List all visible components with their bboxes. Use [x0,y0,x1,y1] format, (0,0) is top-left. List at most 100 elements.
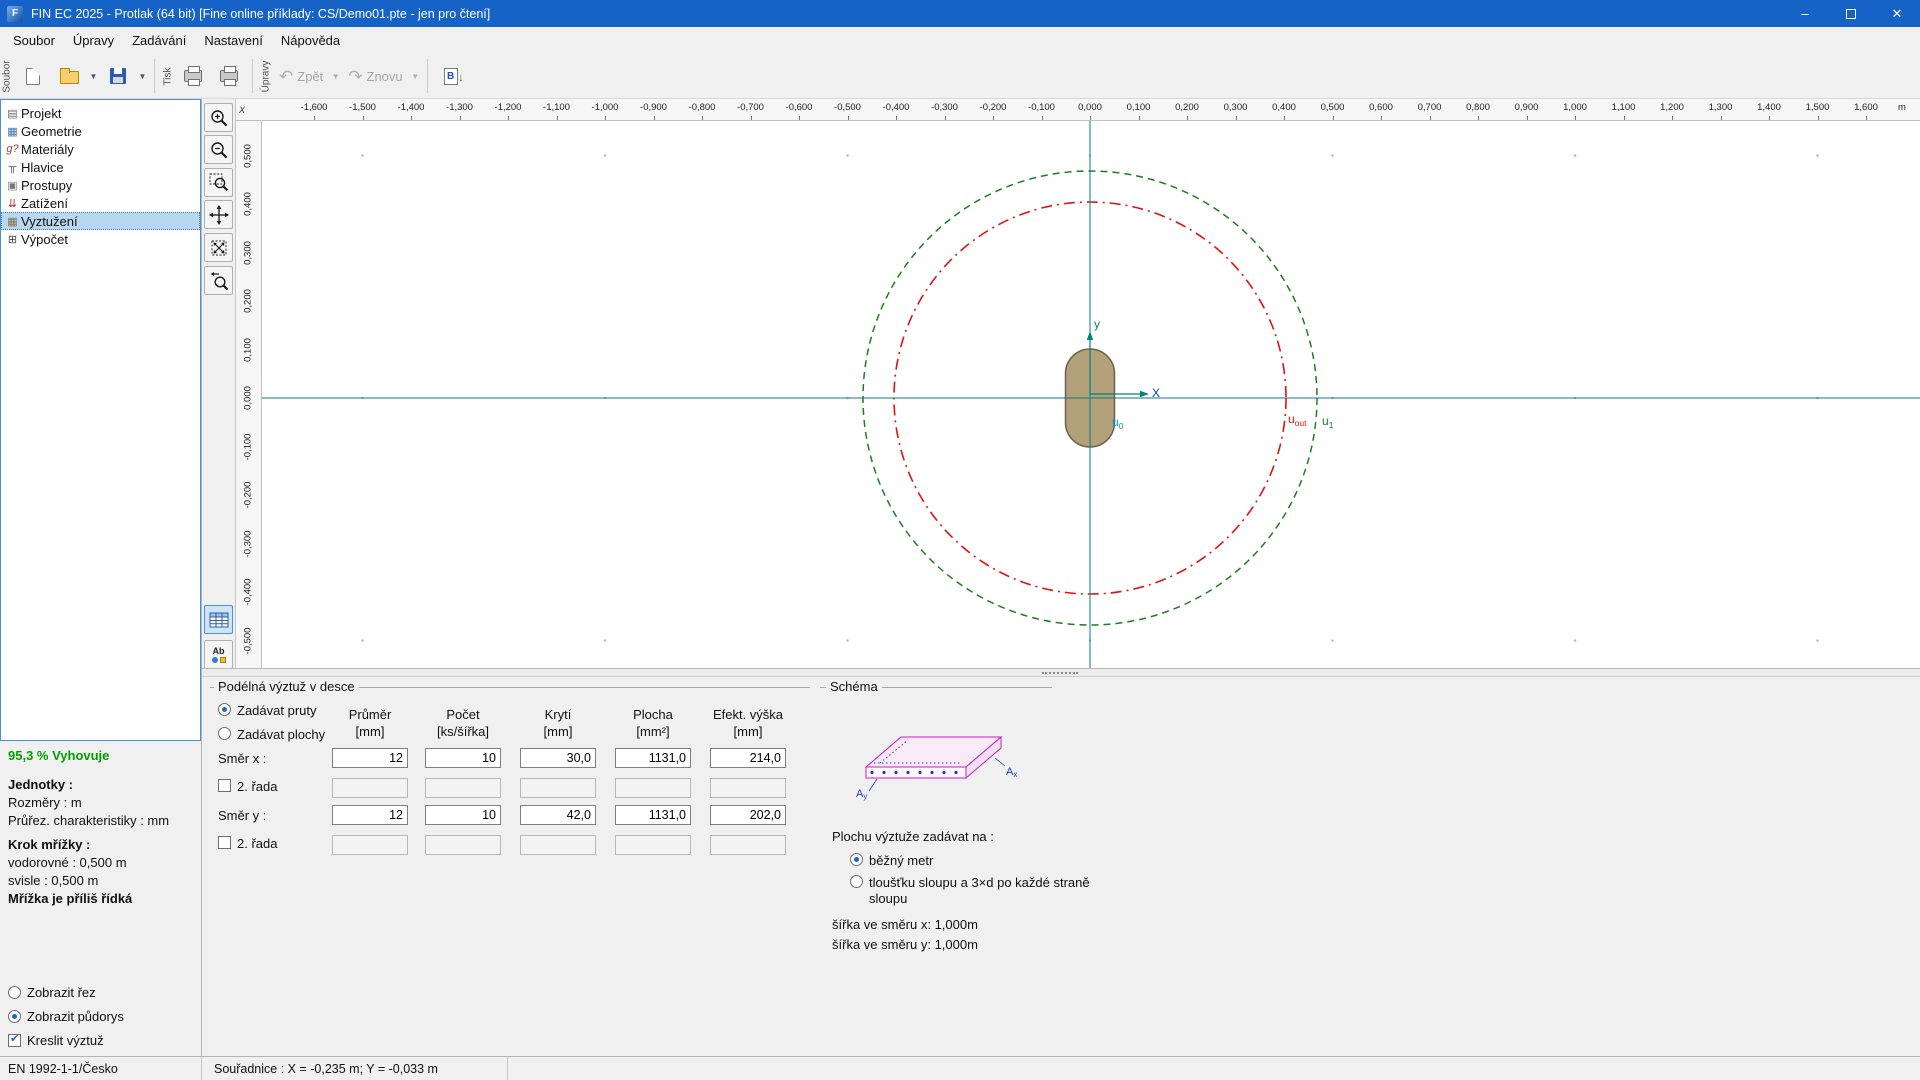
second-row-y-option[interactable]: 2. řada [218,836,277,851]
field-x-count[interactable] [425,748,501,768]
minimize-button[interactable]: – [1782,0,1828,27]
field-y2-effective-depth[interactable] [710,835,786,855]
ruler-tick [1430,116,1431,120]
field-y-cover[interactable] [520,805,596,825]
show-plan-radio[interactable] [8,1010,21,1023]
area-option-column-width[interactable]: tloušťku sloupu a 3×d po každé straně sl… [850,875,1107,907]
zoom-extents-button[interactable] [204,233,233,262]
field-y2-count[interactable] [425,835,501,855]
close-button[interactable]: ✕ [1874,0,1920,27]
ruler-h-label: -1,400 [398,102,425,113]
second-row-y-checkbox[interactable] [218,836,231,849]
menu-soubor[interactable]: Soubor [4,29,64,52]
field-y2-diameter[interactable] [332,835,408,855]
area-meter-radio[interactable] [850,853,863,866]
maximize-button[interactable] [1828,0,1874,27]
ruler-axis-icon: X [236,99,262,121]
ruler-tick [1333,116,1334,120]
show-section-option[interactable]: Zobrazit řez [8,985,124,1000]
zoom-in-icon [209,108,229,128]
mode-areas-option[interactable]: Zadávat plochy [218,727,325,742]
field-x2-diameter[interactable] [332,778,408,798]
field-x-effective-depth[interactable] [710,748,786,768]
field-y2-cover[interactable] [520,835,596,855]
panel-splitter[interactable] [202,668,1920,677]
ruler-tick [1042,116,1043,120]
project-icon: ▤ [4,107,21,120]
undo-dropdown[interactable]: ▼ [329,58,342,94]
field-x-diameter[interactable] [332,748,408,768]
sidebar-item-vypocet[interactable]: ⊞Výpočet [1,230,200,248]
field-y-diameter[interactable] [332,805,408,825]
status-bar: EN 1992-1-1/Česko Souřadnice : X = -0,23… [0,1056,1920,1080]
calculation-protocol-button[interactable]: B [434,58,468,94]
mini-axis-x-arrowhead [1140,391,1149,397]
save-file-dropdown[interactable]: ▼ [136,58,149,94]
sidebar-item-zatizeni[interactable]: ⇊Zatížení [1,194,200,212]
menu-nastaveni[interactable]: Nastavení [195,29,272,52]
draw-reinforcement-checkbox[interactable] [8,1034,21,1047]
field-x2-area[interactable] [615,778,691,798]
splitter-grip-icon [1042,672,1078,675]
sidebar-item-materialy[interactable]: g?Materiály [1,140,200,158]
ruler-tick [896,116,897,120]
field-y-area[interactable] [615,805,691,825]
open-file-button[interactable] [52,58,86,94]
zoom-window-button[interactable] [204,168,233,197]
undo-button[interactable]: ↶ Zpět [274,58,328,94]
second-row-x-option[interactable]: 2. řada [218,779,277,794]
open-file-dropdown[interactable]: ▼ [87,58,100,94]
field-y2-area[interactable] [615,835,691,855]
ruler-h-label: -0,500 [834,102,861,113]
verification-result: 95,3 % Vyhovuje [8,747,197,765]
new-file-button[interactable] [16,58,50,94]
show-section-radio[interactable] [8,986,21,999]
draw-reinforcement-option[interactable]: Kreslit výztuž [8,1033,124,1048]
second-row-x-checkbox[interactable] [218,779,231,792]
save-file-button[interactable] [101,58,135,94]
print-preview-button[interactable] [212,58,246,94]
field-y-count[interactable] [425,805,501,825]
ruler-tick [1721,116,1722,120]
ruler-tick [508,116,509,120]
zoom-out-button[interactable] [204,135,233,164]
calculation-icon: ⊞ [4,233,21,246]
print-button[interactable] [176,58,210,94]
zoom-previous-button[interactable] [204,266,233,295]
field-x-area[interactable] [615,748,691,768]
ruler-tick [557,116,558,120]
field-x2-cover[interactable] [520,778,596,798]
redo-dropdown[interactable]: ▼ [409,58,422,94]
sidebar-item-geometrie[interactable]: ▦Geometrie [1,122,200,140]
field-x2-count[interactable] [425,778,501,798]
sidebar-item-hlavice[interactable]: ╥Hlavice [1,158,200,176]
area-column-width-radio[interactable] [850,875,863,888]
menu-upravy[interactable]: Úpravy [64,29,123,52]
field-x-cover[interactable] [520,748,596,768]
area-option-meter[interactable]: běžný metr [850,853,1107,869]
menu-zadavani[interactable]: Zadávání [123,29,195,52]
field-x2-effective-depth[interactable] [710,778,786,798]
row-x-label: Směr x : [218,751,266,766]
axis-x-label: X [1152,386,1160,400]
grid-warning: Mřížka je příliš řídká [8,890,197,908]
grid-step-title: Krok mřížky : [8,836,197,854]
sidebar-item-projekt[interactable]: ▤Projekt [1,104,200,122]
ruler-tick [411,116,412,120]
table-view-button[interactable] [204,605,233,634]
redo-button[interactable]: ↷ Znovu [343,58,407,94]
menu-napoveda[interactable]: Nápověda [272,29,349,52]
mode-areas-radio[interactable] [218,727,231,740]
show-plan-option[interactable]: Zobrazit půdorys [8,1009,124,1024]
drawing-canvas[interactable]: Xyu0uoutu1 [262,121,1920,668]
sidebar-item-prostupy[interactable]: ▣Prostupy [1,176,200,194]
pan-button[interactable] [204,200,233,229]
sidebar-item-vyztuzeni[interactable]: ▦Vyztužení [1,212,200,230]
field-y-effective-depth[interactable] [710,805,786,825]
mode-bars-option[interactable]: Zadávat pruty [218,703,317,718]
u1-label: u1 [1322,414,1334,430]
ruler-tick [1139,116,1140,120]
mode-bars-radio[interactable] [218,703,231,716]
zoom-in-button[interactable] [204,103,233,132]
labels-view-button[interactable]: Ab [204,640,233,669]
